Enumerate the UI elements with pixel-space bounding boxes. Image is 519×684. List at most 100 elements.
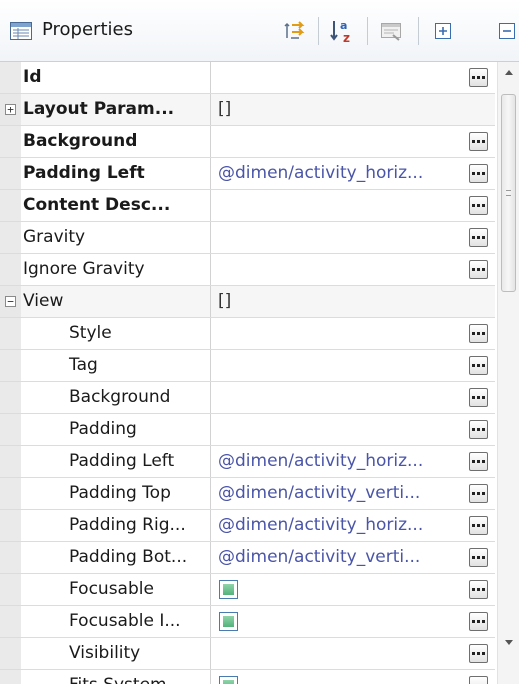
property-value-cell[interactable] <box>211 414 495 445</box>
sort-alphabetically-icon: a z <box>330 19 350 44</box>
ellipsis-edit-button[interactable] <box>469 196 488 215</box>
property-value-cell[interactable] <box>211 190 495 221</box>
property-value-cell[interactable]: @dimen/activity_verti... <box>211 478 495 509</box>
scroll-up-arrow-icon[interactable] <box>505 70 513 75</box>
property-value-cell[interactable] <box>211 318 495 349</box>
restore-defaults-button[interactable] <box>376 14 406 48</box>
property-name-cell[interactable]: Fits System... <box>0 670 211 684</box>
property-row[interactable]: Id <box>0 62 495 94</box>
property-value-cell[interactable] <box>211 254 495 285</box>
ellipsis-dot-icon <box>472 492 475 495</box>
property-row[interactable]: Ignore Gravity <box>0 254 495 286</box>
property-value-cell[interactable] <box>211 670 495 684</box>
property-value-cell[interactable] <box>211 222 495 253</box>
ellipsis-edit-button[interactable] <box>469 324 488 343</box>
property-name-cell[interactable]: Padding Left <box>0 158 211 189</box>
property-name-cell[interactable]: − View <box>0 286 211 317</box>
ellipsis-dot-icon <box>477 140 480 143</box>
property-value-cell[interactable] <box>211 638 495 669</box>
property-value-cell[interactable]: @dimen/activity_horiz... <box>211 158 495 189</box>
expand-all-button[interactable] <box>428 14 458 48</box>
ellipsis-edit-button[interactable] <box>469 548 488 567</box>
ellipsis-edit-button[interactable] <box>469 420 488 439</box>
property-value-cell[interactable] <box>211 126 495 157</box>
property-row[interactable]: Padding Bot... @dimen/activity_verti... <box>0 542 495 574</box>
ellipsis-edit-button[interactable] <box>469 612 488 631</box>
property-row[interactable]: Padding <box>0 414 495 446</box>
property-row[interactable]: Padding Rig... @dimen/activity_horiz... <box>0 510 495 542</box>
property-row[interactable]: Focusable I... <box>0 606 495 638</box>
property-value-cell[interactable] <box>211 606 495 637</box>
property-name: View <box>23 291 64 311</box>
property-value-cell[interactable] <box>211 574 495 605</box>
property-row[interactable]: − View [] <box>0 286 495 318</box>
ellipsis-edit-button[interactable] <box>469 356 488 375</box>
ellipsis-edit-button[interactable] <box>469 164 488 183</box>
property-name-cell[interactable]: Ignore Gravity <box>0 254 211 285</box>
ellipsis-edit-button[interactable] <box>469 484 488 503</box>
ellipsis-dot-icon <box>477 236 480 239</box>
collapse-icon[interactable]: − <box>5 296 16 307</box>
property-value-cell[interactable] <box>211 62 495 93</box>
property-name-cell[interactable]: Gravity <box>0 222 211 253</box>
property-name-cell[interactable]: Padding Top <box>0 478 211 509</box>
ellipsis-edit-button[interactable] <box>469 68 488 87</box>
vertical-scrollbar[interactable] <box>497 62 519 684</box>
ellipsis-edit-button[interactable] <box>469 676 488 684</box>
ellipsis-dot-icon <box>482 76 485 79</box>
property-row[interactable]: Padding Left @dimen/activity_horiz... <box>0 446 495 478</box>
property-row[interactable]: Style <box>0 318 495 350</box>
property-name-cell[interactable]: Padding Bot... <box>0 542 211 573</box>
property-row[interactable]: Tag <box>0 350 495 382</box>
property-name-cell[interactable]: Padding Left <box>0 446 211 477</box>
property-checkbox[interactable] <box>219 676 238 684</box>
property-name-cell[interactable]: Style <box>0 318 211 349</box>
ellipsis-edit-button[interactable] <box>469 644 488 663</box>
collapse-all-button[interactable] <box>492 14 519 48</box>
property-row[interactable]: Visibility <box>0 638 495 670</box>
scroll-thumb[interactable] <box>501 94 516 292</box>
property-name-cell[interactable]: Background <box>0 126 211 157</box>
property-name-cell[interactable]: Padding <box>0 414 211 445</box>
ellipsis-edit-button[interactable] <box>469 228 488 247</box>
scroll-down-arrow-icon[interactable] <box>505 640 513 645</box>
property-value-cell[interactable]: @dimen/activity_horiz... <box>211 446 495 477</box>
ellipsis-edit-button[interactable] <box>469 580 488 599</box>
property-row[interactable]: Content Desc... <box>0 190 495 222</box>
property-value-cell[interactable] <box>211 382 495 413</box>
property-name-cell[interactable]: Focusable I... <box>0 606 211 637</box>
show-categories-button[interactable] <box>280 14 310 48</box>
row-gutter <box>0 638 21 669</box>
property-name-cell[interactable]: Padding Rig... <box>0 510 211 541</box>
property-value-cell[interactable]: @dimen/activity_verti... <box>211 542 495 573</box>
property-row[interactable]: Padding Left @dimen/activity_horiz... <box>0 158 495 190</box>
ellipsis-edit-button[interactable] <box>469 260 488 279</box>
property-row[interactable]: Focusable <box>0 574 495 606</box>
ellipsis-edit-button[interactable] <box>469 132 488 151</box>
property-name-cell[interactable]: Content Desc... <box>0 190 211 221</box>
ellipsis-dot-icon <box>482 204 485 207</box>
property-name-cell[interactable]: Id <box>0 62 211 93</box>
property-value-cell[interactable] <box>211 350 495 381</box>
ellipsis-edit-button[interactable] <box>469 388 488 407</box>
ellipsis-edit-button[interactable] <box>469 452 488 471</box>
property-row[interactable]: + Layout Param... [] <box>0 94 495 126</box>
property-row[interactable]: Background <box>0 126 495 158</box>
property-row[interactable]: Fits System... <box>0 670 495 684</box>
property-row[interactable]: Gravity <box>0 222 495 254</box>
property-checkbox[interactable] <box>219 612 238 631</box>
property-name-cell[interactable]: Focusable <box>0 574 211 605</box>
property-value-cell[interactable]: @dimen/activity_horiz... <box>211 510 495 541</box>
ellipsis-edit-button[interactable] <box>469 516 488 535</box>
property-name-cell[interactable]: Background <box>0 382 211 413</box>
property-name-cell[interactable]: Tag <box>0 350 211 381</box>
property-value-cell[interactable]: [] <box>211 94 495 125</box>
property-value-cell[interactable]: [] <box>211 286 495 317</box>
property-row[interactable]: Padding Top @dimen/activity_verti... <box>0 478 495 510</box>
sort-alphabetically-button[interactable]: a z <box>327 14 357 48</box>
property-checkbox[interactable] <box>219 580 238 599</box>
property-name-cell[interactable]: Visibility <box>0 638 211 669</box>
property-name-cell[interactable]: + Layout Param... <box>0 94 211 125</box>
expand-icon[interactable]: + <box>5 104 16 115</box>
property-row[interactable]: Background <box>0 382 495 414</box>
